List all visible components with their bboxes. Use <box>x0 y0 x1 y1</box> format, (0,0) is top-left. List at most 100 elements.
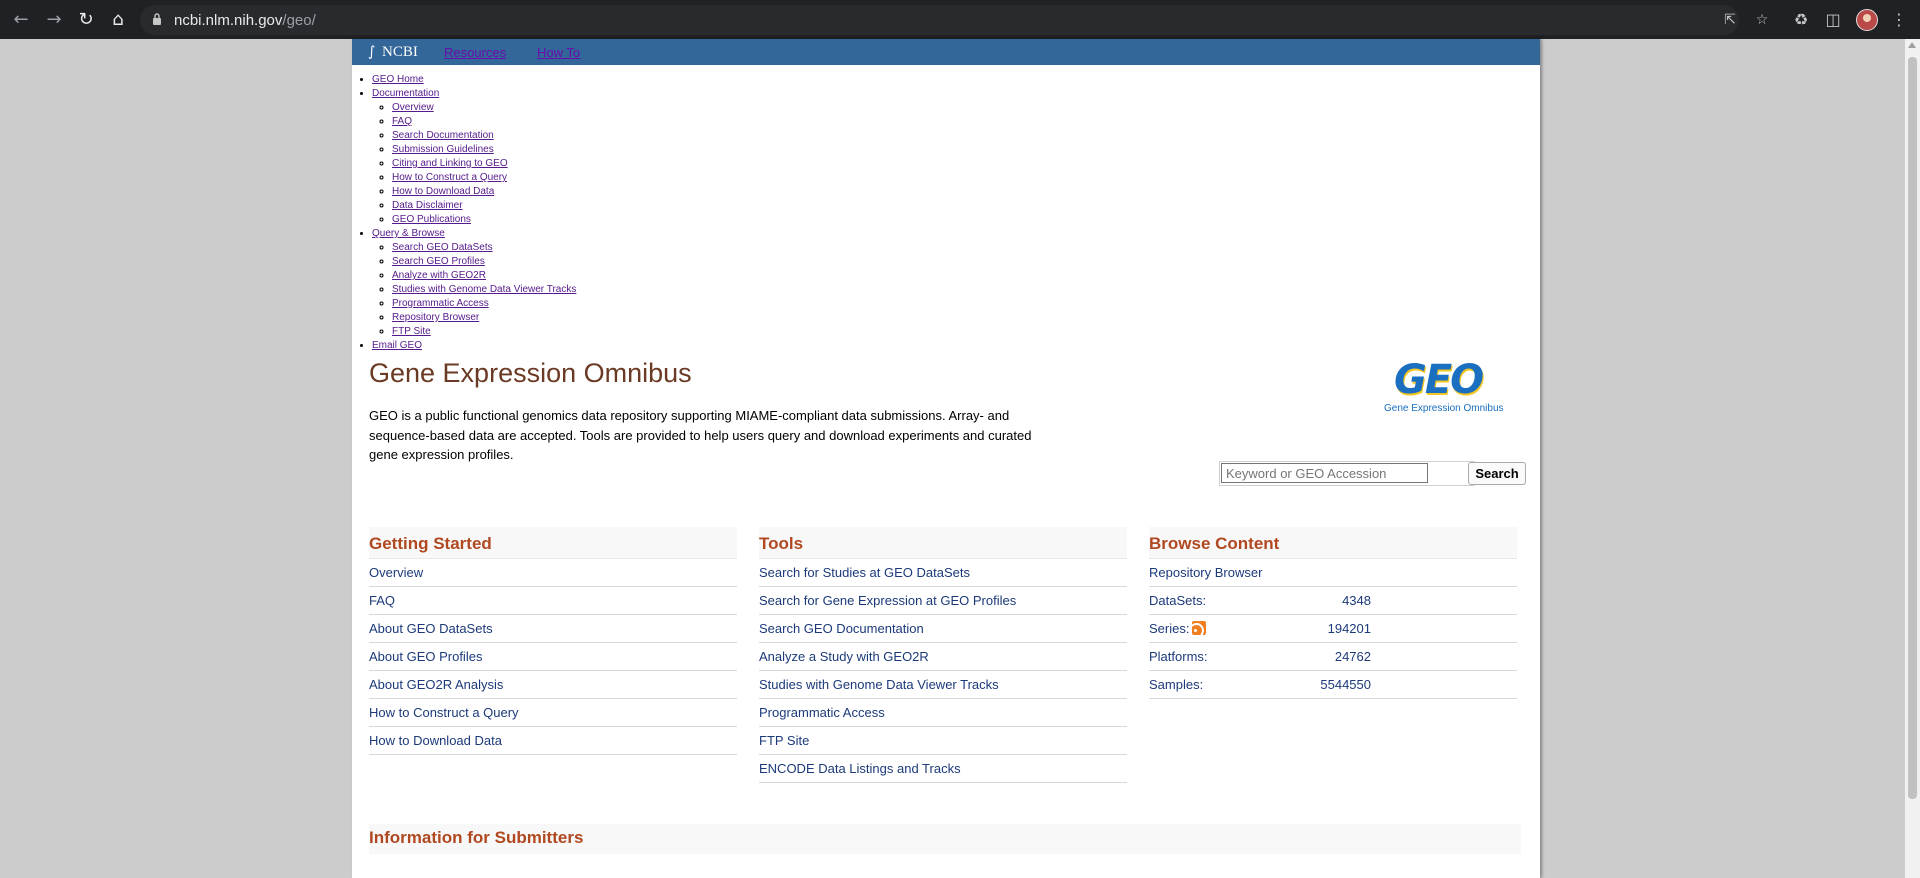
reload-icon[interactable]: ↻ <box>75 9 97 31</box>
list-item: Analyze with GEO2R <box>392 269 576 283</box>
how-to-link[interactable]: How To <box>537 45 580 60</box>
doc-link[interactable]: How to Construct a Query <box>392 172 507 183</box>
doc-link[interactable]: Data Disclaimer <box>392 200 463 211</box>
url-text[interactable]: ncbi.nlm.nih.gov/geo/ <box>174 12 316 29</box>
list-item: Search GEO Profiles <box>392 255 576 269</box>
query-link[interactable]: Studies with Genome Data Viewer Tracks <box>392 284 576 295</box>
scroll-up-icon[interactable] <box>1908 42 1916 48</box>
list-item: GEO Publications <box>392 213 576 227</box>
tools-link[interactable]: Studies with Genome Data Viewer Tracks <box>759 677 999 692</box>
side-panel-icon[interactable]: ◫ <box>1822 9 1844 31</box>
doc-link[interactable]: Citing and Linking to GEO <box>392 158 508 169</box>
doc-link[interactable]: Overview <box>392 102 434 113</box>
doc-link[interactable]: How to Download Data <box>392 186 494 197</box>
geo-logo-word: GEO <box>1394 357 1484 403</box>
list-item: Query & Browse Search GEO DataSets Searc… <box>372 227 576 339</box>
list-item: Submission Guidelines <box>392 143 576 157</box>
stat-value: 24762 <box>1334 649 1371 664</box>
share-icon[interactable]: ⇱ <box>1721 11 1739 29</box>
list-item: Overview <box>369 559 737 587</box>
ncbi-logo-text: NCBI <box>382 44 418 60</box>
list-item: How to Construct a Query <box>392 171 576 185</box>
getting-started-link[interactable]: Overview <box>369 565 423 580</box>
address-bar[interactable]: ncbi.nlm.nih.gov/geo/ ⇱ ☆ <box>140 5 1768 35</box>
page-description: GEO is a public functional genomics data… <box>369 408 1032 462</box>
tools-link[interactable]: Search GEO Documentation <box>759 621 924 636</box>
section-header: Getting Started <box>369 527 737 559</box>
list-item: Search GEO Documentation <box>759 615 1127 643</box>
avatar[interactable] <box>1856 9 1878 31</box>
vertical-scrollbar[interactable] <box>1905 39 1920 878</box>
ncbi-logo[interactable]: ∫ NCBI <box>368 41 418 63</box>
stat-label-link[interactable]: DataSets: <box>1149 593 1206 608</box>
list-item: Documentation Overview FAQ Search Docume… <box>372 87 576 227</box>
extensions-icon[interactable]: ♻ <box>1790 9 1812 31</box>
list-item: How to Download Data <box>369 727 737 755</box>
section-header: Tools <box>759 527 1127 559</box>
resources-link[interactable]: Resources <box>444 45 506 60</box>
geo-logo-tagline: Gene Expression Omnibus <box>1384 403 1504 414</box>
query-link[interactable]: Search GEO Profiles <box>392 256 485 267</box>
tools-link[interactable]: FTP Site <box>759 733 809 748</box>
section-title: Getting Started <box>369 534 492 553</box>
getting-started-link[interactable]: About GEO Profiles <box>369 649 482 664</box>
getting-started-link[interactable]: FAQ <box>369 593 395 608</box>
tools-link[interactable]: Programmatic Access <box>759 705 885 720</box>
list-item: Repository Browser <box>1149 559 1517 587</box>
back-icon[interactable]: ← <box>10 9 32 31</box>
list-item: Citing and Linking to GEO <box>392 157 576 171</box>
stat-row: Samples: 5544550 <box>1149 671 1517 699</box>
list-item: Studies with Genome Data Viewer Tracks <box>392 283 576 297</box>
getting-started-link[interactable]: About GEO2R Analysis <box>369 677 503 692</box>
tools-link[interactable]: Search for Studies at GEO DataSets <box>759 565 970 580</box>
stat-label-link[interactable]: Platforms: <box>1149 649 1208 664</box>
list-item: Email GEO <box>372 339 576 353</box>
doc-link[interactable]: FAQ <box>392 116 412 127</box>
doc-link[interactable]: Submission Guidelines <box>392 144 494 155</box>
getting-started-link[interactable]: How to Construct a Query <box>369 705 519 720</box>
lock-icon[interactable] <box>152 12 162 26</box>
list-item: Programmatic Access <box>759 699 1127 727</box>
email-geo-link[interactable]: Email GEO <box>372 340 422 351</box>
list-item: Programmatic Access <box>392 297 576 311</box>
list-item: Search Documentation <box>392 129 576 143</box>
star-icon[interactable]: ☆ <box>1753 11 1771 29</box>
rss-icon[interactable] <box>1192 621 1207 635</box>
stat-label-link[interactable]: Series: <box>1149 621 1189 636</box>
getting-started-link[interactable]: How to Download Data <box>369 733 502 748</box>
tools-link[interactable]: ENCODE Data Listings and Tracks <box>759 761 961 776</box>
stat-row: Series: 194201 <box>1149 615 1517 643</box>
list-item: About GEO DataSets <box>369 615 737 643</box>
tools-link[interactable]: Search for Gene Expression at GEO Profil… <box>759 593 1016 608</box>
query-link[interactable]: FTP Site <box>392 326 431 337</box>
list-item: How to Download Data <box>392 185 576 199</box>
home-icon[interactable]: ⌂ <box>107 9 129 31</box>
dna-helix-icon: ∫ <box>368 44 376 60</box>
scrollbar-thumb[interactable] <box>1908 57 1917 799</box>
stat-row: Platforms: 24762 <box>1149 643 1517 671</box>
geo-home-link[interactable]: GEO Home <box>372 74 424 85</box>
ncbi-header-bar: ∫ NCBI Resources How To <box>352 39 1540 65</box>
url-path: /geo/ <box>282 12 316 29</box>
list-item: FTP Site <box>392 325 576 339</box>
forward-icon[interactable]: → <box>43 9 65 31</box>
doc-link[interactable]: GEO Publications <box>392 214 471 225</box>
section-title: Browse Content <box>1149 534 1280 553</box>
documentation-link[interactable]: Documentation <box>372 88 439 99</box>
repository-browser-link[interactable]: Repository Browser <box>1149 565 1262 580</box>
query-link[interactable]: Repository Browser <box>392 312 479 323</box>
query-browse-link[interactable]: Query & Browse <box>372 228 445 239</box>
query-link[interactable]: Programmatic Access <box>392 298 489 309</box>
search-button[interactable]: Search <box>1468 462 1526 485</box>
menu-icon[interactable]: ⋮ <box>1888 9 1910 31</box>
stat-label-link[interactable]: Samples: <box>1149 677 1203 692</box>
tools-link[interactable]: Analyze a Study with GEO2R <box>759 649 929 664</box>
section-header: Browse Content <box>1149 527 1517 559</box>
tools-section: Tools Search for Studies at GEO DataSets… <box>759 527 1127 783</box>
query-link[interactable]: Analyze with GEO2R <box>392 270 486 281</box>
query-link[interactable]: Search GEO DataSets <box>392 242 493 253</box>
doc-link[interactable]: Search Documentation <box>392 130 494 141</box>
search-input[interactable] <box>1221 463 1428 483</box>
getting-started-link[interactable]: About GEO DataSets <box>369 621 493 636</box>
getting-started-section: Getting Started Overview FAQ About GEO D… <box>369 527 737 755</box>
